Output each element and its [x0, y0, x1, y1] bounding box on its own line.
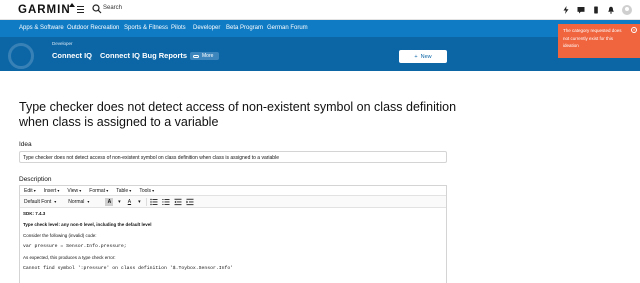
new-button[interactable]: + New — [399, 50, 447, 63]
nav-item-german-forum[interactable]: German Forum — [267, 25, 308, 31]
description-editor[interactable]: Edit Insert View Format Table Tools Defa… — [19, 185, 447, 283]
menu-view[interactable]: View — [67, 188, 81, 194]
new-label: New — [420, 53, 432, 60]
nav-item-outdoor-recreation[interactable]: Outdoor Recreation — [67, 25, 119, 31]
more-label: More — [202, 53, 214, 59]
idea-title-input[interactable]: Type checker does not detect access of n… — [19, 151, 447, 163]
toggle-icon — [193, 54, 199, 58]
page-title: Type checker does not detect access of n… — [19, 100, 457, 129]
toast-message: The category requested does not currentl… — [563, 28, 622, 48]
nav-item-apps-software[interactable]: Apps & Software — [19, 25, 64, 31]
connect-iq-watermark-icon — [8, 43, 34, 69]
menu-format[interactable]: Format — [89, 188, 108, 194]
group-title[interactable]: Connect IQ — [52, 51, 92, 60]
numbered-list-icon[interactable] — [162, 198, 170, 206]
main-nav: Apps & Software Outdoor Recreation Sport… — [0, 20, 640, 37]
hamburger-menu-icon[interactable] — [77, 6, 84, 13]
editor-code-line: Cannot find symbol ':pressure' on class … — [23, 266, 234, 271]
menu-tools[interactable]: Tools — [139, 188, 154, 194]
nav-item-developer[interactable]: Developer — [193, 25, 220, 31]
menu-insert[interactable]: Insert — [44, 188, 60, 194]
editor-toolbar: Default Font ▾ Normal ▾ A ▾ A ▾ — [20, 196, 446, 208]
nav-item-sports-fitness[interactable]: Sports & Fitness — [124, 25, 168, 31]
group-banner: Developer Connect IQ Connect IQ Bug Repo… — [0, 37, 640, 71]
highlight-color-chevron-icon[interactable]: ▾ — [117, 198, 121, 206]
garmin-logo[interactable]: GARMIN — [18, 3, 75, 16]
description-label: Description — [19, 176, 52, 183]
editor-menubar: Edit Insert View Format Table Tools — [20, 186, 446, 196]
highlight-color-icon[interactable]: A — [105, 197, 114, 206]
editor-line: Type check level: any non-0 level, inclu… — [23, 222, 152, 227]
top-icons — [562, 3, 632, 17]
search-icon[interactable] — [92, 4, 102, 14]
idea-label: Idea — [19, 141, 32, 148]
plus-icon: + — [414, 53, 418, 60]
close-icon[interactable]: × — [631, 27, 637, 33]
error-toast: The category requested does not currentl… — [558, 24, 640, 58]
top-header: GARMIN Search — [0, 0, 640, 20]
chat-icon[interactable] — [577, 6, 585, 14]
editor-content[interactable]: SDK: 7.4.3 Type check level: any non-0 l… — [20, 208, 446, 280]
text-color-chevron-icon[interactable]: ▾ — [137, 198, 141, 206]
menu-table[interactable]: Table — [116, 188, 131, 194]
search-label[interactable]: Search — [103, 5, 122, 11]
font-family-select[interactable]: Default Font ▾ — [24, 199, 56, 205]
indent-icon[interactable] — [186, 198, 194, 206]
application-title[interactable]: Connect IQ Bug Reports — [100, 51, 187, 60]
text-color-icon[interactable]: A — [125, 198, 133, 206]
bullet-list-icon[interactable] — [150, 198, 158, 206]
toolbar-divider — [146, 197, 148, 206]
editor-line: SDK: 7.4.3 — [23, 211, 46, 216]
notification-bell-icon[interactable] — [607, 6, 615, 14]
breadcrumb[interactable]: Developer — [52, 41, 73, 46]
nav-item-pilots[interactable]: Pilots — [171, 25, 186, 31]
more-button[interactable]: More — [190, 52, 220, 60]
nav-item-beta-program[interactable]: Beta Program — [226, 25, 263, 31]
outdent-icon[interactable] — [174, 198, 182, 206]
avatar[interactable] — [622, 5, 632, 15]
font-size-select[interactable]: Normal ▾ — [68, 199, 89, 205]
lightning-icon[interactable] — [562, 6, 570, 14]
editor-code-line: var pressure = Sensor.Info.pressure; — [23, 244, 127, 249]
menu-edit[interactable]: Edit — [24, 188, 36, 194]
editor-line: As expected, this produces a type check … — [23, 255, 116, 260]
phone-icon[interactable] — [592, 6, 600, 14]
editor-line: Consider the following (invalid) code: — [23, 233, 97, 238]
